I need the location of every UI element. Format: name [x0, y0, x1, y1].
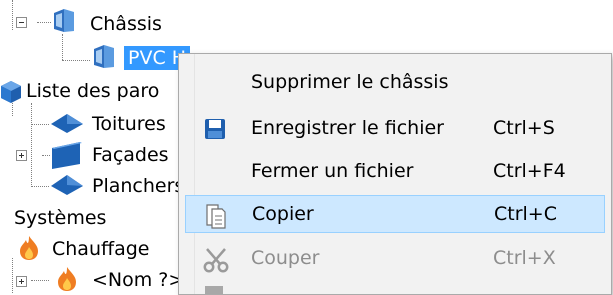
- scissors-icon: [203, 248, 229, 273]
- menu-item-label: Copier: [252, 203, 314, 225]
- menu-item-copier[interactable]: Copier Ctrl+C: [185, 195, 605, 233]
- tree-item-nom[interactable]: <Nom ?>: [92, 268, 184, 292]
- menu-item-label: Couper: [251, 247, 320, 269]
- menu-item-couper[interactable]: Couper Ctrl+X: [185, 240, 605, 278]
- expand-toggle-nom[interactable]: [16, 276, 27, 287]
- tree-item-toitures[interactable]: Toitures: [92, 112, 166, 136]
- flame-icon: [58, 267, 76, 291]
- tree-item-facades[interactable]: Façades: [92, 143, 169, 167]
- menu-item-shortcut: Ctrl+C: [494, 203, 557, 225]
- window-frame-icon: [54, 9, 74, 32]
- wall-icon: [52, 142, 82, 169]
- menu-item-enregistrer-fichier[interactable]: Enregistrer le fichier Ctrl+S: [185, 110, 605, 148]
- menu-item-label: Supprimer le châssis: [251, 71, 449, 93]
- cube-icon: [1, 81, 21, 103]
- menu-item-shortcut: Ctrl+S: [493, 117, 555, 139]
- menu-item-shortcut: Ctrl+F4: [493, 160, 566, 182]
- tree-item-planchers[interactable]: Planchers: [92, 174, 184, 198]
- tree-item-chassis[interactable]: Châssis: [90, 12, 162, 36]
- flame-icon: [20, 236, 38, 260]
- save-icon: [205, 119, 225, 139]
- menu-item-shortcut: Ctrl+X: [493, 247, 556, 269]
- menu-item-label: Fermer un fichier: [251, 160, 414, 182]
- copy-icon: [206, 204, 226, 229]
- roof-icon: [51, 114, 83, 133]
- menu-item-supprimer-chassis[interactable]: Supprimer le châssis: [185, 64, 605, 102]
- floor-icon: [51, 175, 83, 195]
- collapse-toggle-chassis[interactable]: [16, 17, 27, 28]
- menu-item-label: Enregistrer le fichier: [251, 117, 444, 139]
- window-frame-icon: [94, 45, 114, 68]
- tree-item-systemes[interactable]: Systèmes: [14, 206, 106, 230]
- tree-item-liste-parois[interactable]: Liste des paro: [26, 79, 159, 103]
- tree-item-chauffage[interactable]: Chauffage: [52, 237, 149, 261]
- context-menu: Supprimer le châssis Enregistrer le fich…: [178, 53, 612, 295]
- menu-item-fermer-fichier[interactable]: Fermer un fichier Ctrl+F4: [185, 153, 605, 191]
- expand-toggle-facades[interactable]: [16, 150, 27, 161]
